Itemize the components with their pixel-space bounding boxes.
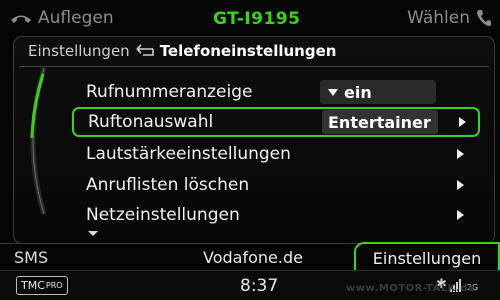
current-value-box: Entertainer xyxy=(322,110,438,134)
menu-item-anruflisten[interactable]: Anruflisten löschen xyxy=(72,171,476,199)
tmc-pro-badge: TMC PRO xyxy=(16,276,68,295)
chevron-right-icon xyxy=(457,180,464,190)
dial-label: Wählen xyxy=(407,8,470,28)
tmc-pro-label: PRO xyxy=(45,281,63,290)
watermark: www.MOTOR-TALK.de xyxy=(346,283,476,294)
tmc-label: TMC xyxy=(21,279,45,292)
menu-item-label: Netzeinstellungen xyxy=(86,205,240,225)
value-dropdown[interactable]: ein xyxy=(320,80,436,104)
back-arrow-icon[interactable] xyxy=(134,44,156,58)
header-divider xyxy=(19,66,489,67)
more-below-indicator-icon xyxy=(88,231,98,236)
dropdown-value: ein xyxy=(344,82,372,102)
menu-item-ruftonauswahl[interactable]: Ruftonauswahl Entertainer xyxy=(72,107,480,137)
dial-button[interactable]: Wählen xyxy=(407,8,492,28)
menu-item-label: Ruftonauswahl xyxy=(88,112,214,132)
infotainment-screen: Auflegen GT-I9195 Wählen Einstellungen T… xyxy=(0,0,500,300)
top-status-bar: Auflegen GT-I9195 Wählen xyxy=(0,0,500,38)
page-title: Telefoneinstellungen xyxy=(159,42,337,60)
breadcrumb-parent[interactable]: Einstellungen xyxy=(28,42,130,60)
scroll-arc-indicator xyxy=(30,67,47,215)
menu-item-rufnummeranzeige[interactable]: Rufnummeranzeige ein xyxy=(72,78,476,106)
clock: 8:37 xyxy=(240,276,279,296)
phone-icon xyxy=(477,10,491,26)
menu-item-label: Anruflisten löschen xyxy=(86,175,250,195)
hangup-button[interactable]: Auflegen xyxy=(10,8,114,28)
breadcrumb: Einstellungen Telefoneinstellungen xyxy=(28,42,336,60)
connected-device-name: GT-I9195 xyxy=(213,9,301,29)
settings-softkey-label: Einstellungen xyxy=(372,248,482,268)
dropdown-caret-icon xyxy=(328,88,338,96)
current-value: Entertainer xyxy=(328,112,431,132)
menu-item-label: Lautstärkeeinstellungen xyxy=(86,144,291,164)
settings-softkey[interactable]: Einstellungen xyxy=(354,242,500,272)
bottom-softkey-bar: SMS Vodafone.de Einstellungen xyxy=(0,242,500,272)
phone-hangup-icon xyxy=(11,15,31,23)
menu-item-label: Rufnummeranzeige xyxy=(86,82,253,102)
chevron-right-icon xyxy=(459,117,466,127)
menu-item-netzeinstellungen[interactable]: Netzeinstellungen xyxy=(72,201,476,229)
sms-softkey[interactable]: SMS xyxy=(14,248,48,267)
hangup-label: Auflegen xyxy=(38,8,114,28)
menu-item-lautstaerke[interactable]: Lautstärkeeinstellungen xyxy=(72,140,476,168)
network-provider: Vodafone.de xyxy=(203,248,303,267)
chevron-right-icon xyxy=(457,149,464,159)
chevron-right-icon xyxy=(457,210,464,220)
